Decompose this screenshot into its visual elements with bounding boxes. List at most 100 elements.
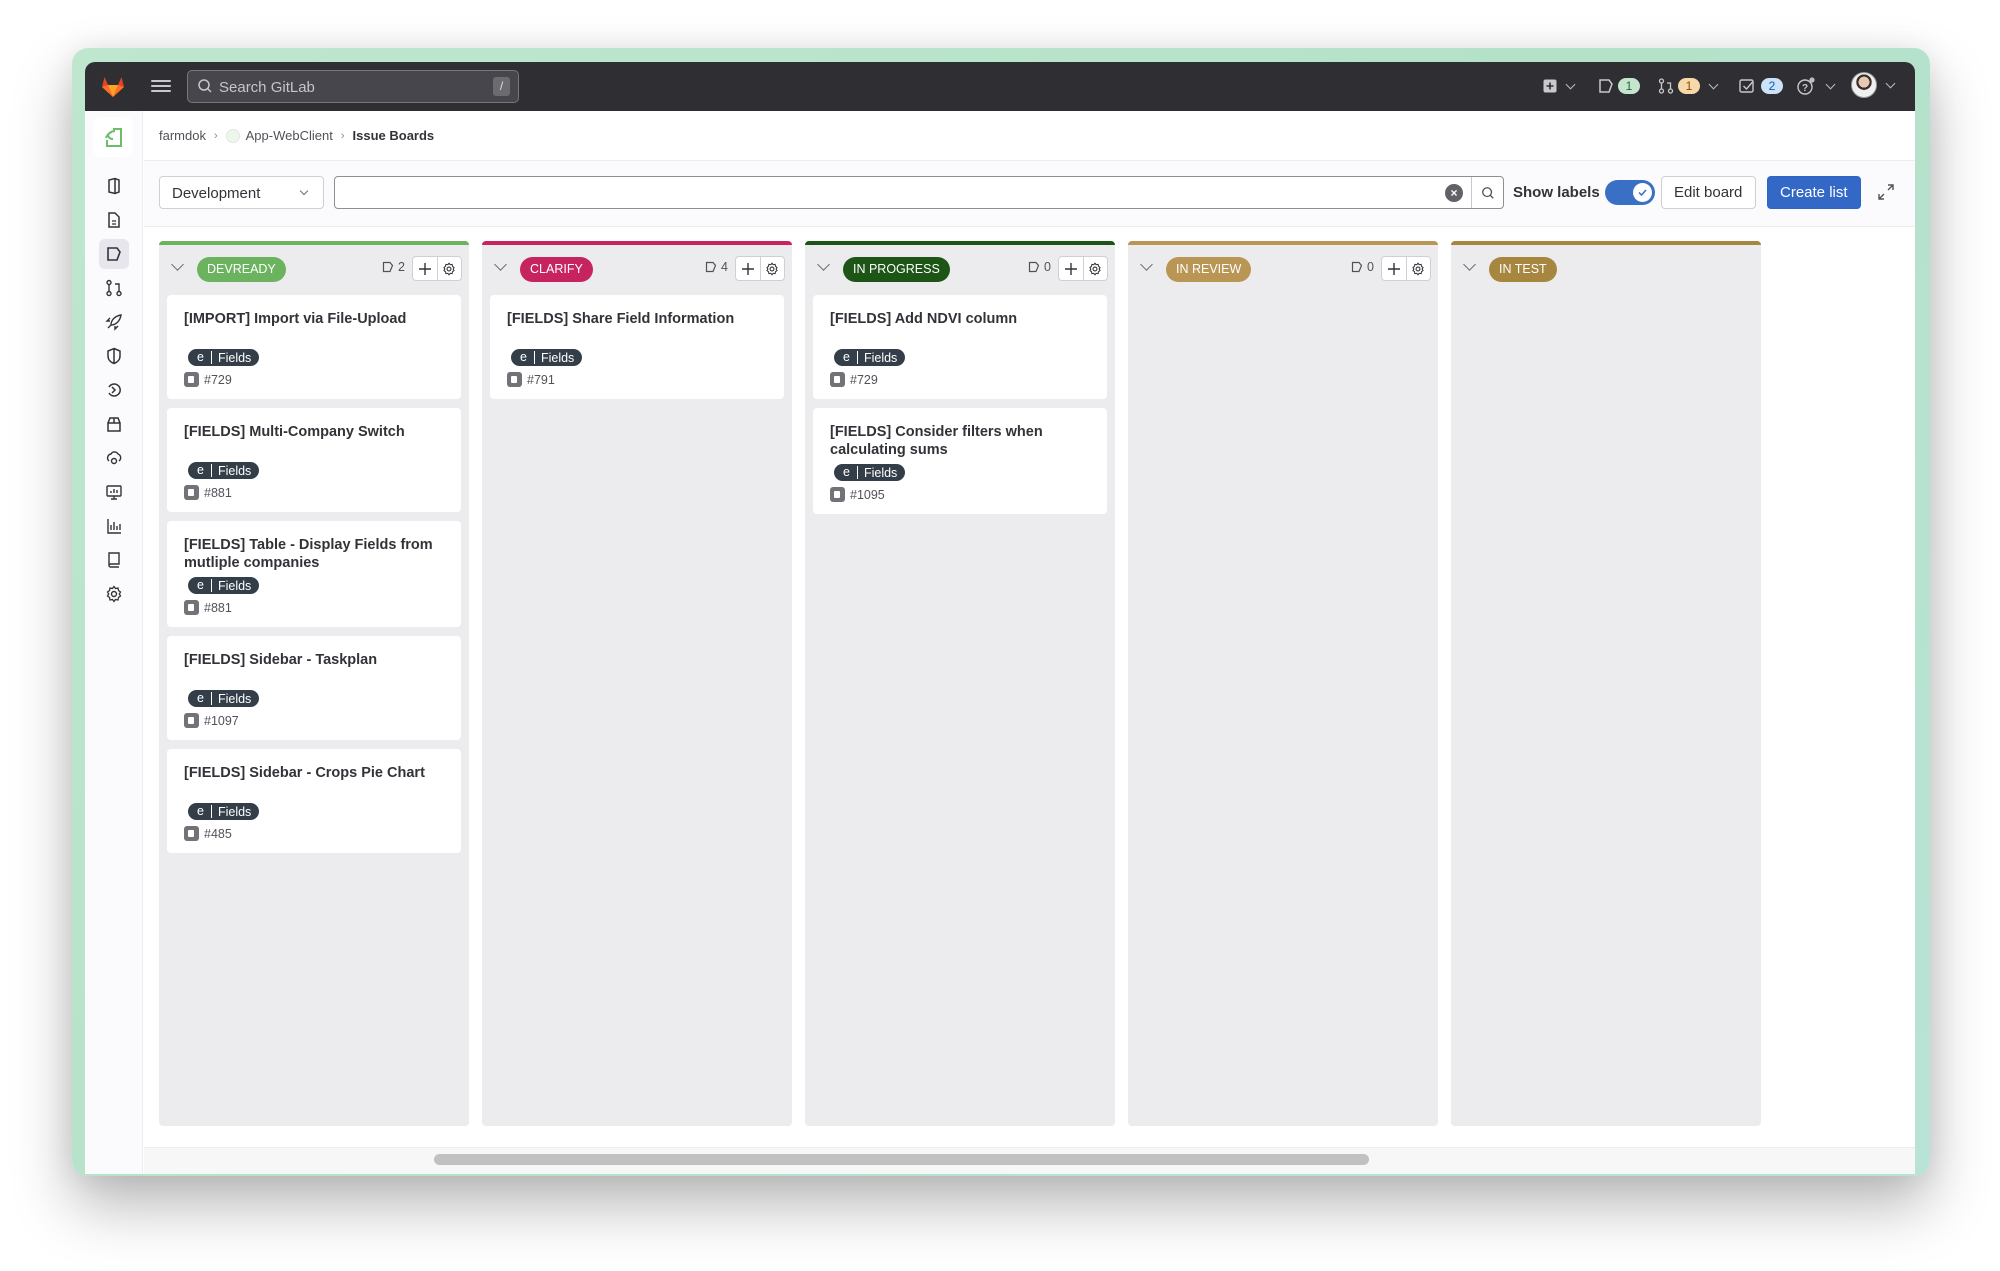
list-settings-button[interactable]: [1082, 257, 1108, 280]
horizontal-scrollbar-thumb[interactable]: [434, 1154, 1369, 1165]
issue-card[interactable]: [FIELDS] Multi-Company Switch e Fields #8…: [167, 408, 461, 512]
issue-card[interactable]: [FIELDS] Add NDVI column e Fields #729: [813, 295, 1107, 399]
issue-card-title[interactable]: [FIELDS] Table - Display Fields from mut…: [184, 536, 444, 572]
scoped-label[interactable]: e Fields: [511, 349, 583, 366]
collapse-list-chevron-icon[interactable]: [1463, 258, 1476, 271]
issue-card[interactable]: [FIELDS] Share Field Information e Fields…: [490, 295, 784, 399]
fullscreen-expand-icon[interactable]: [1876, 182, 1896, 202]
sidebar-item-issues[interactable]: [99, 239, 129, 269]
filter-search-button[interactable]: [1471, 177, 1503, 208]
issue-card-title[interactable]: [FIELDS] Multi-Company Switch: [184, 423, 444, 441]
user-avatar: [1851, 72, 1877, 98]
issue-card[interactable]: [FIELDS] Table - Display Fields from mut…: [167, 521, 461, 627]
issue-card-title[interactable]: [FIELDS] Sidebar - Crops Pie Chart: [184, 764, 444, 782]
scoped-label[interactable]: e Fields: [188, 690, 260, 707]
issue-card[interactable]: [IMPORT] Import via File-Upload e Fields …: [167, 295, 461, 399]
list-actions: [1058, 256, 1108, 281]
sidebar-item-merge-requests[interactable]: [99, 273, 129, 303]
sidebar-item-repository[interactable]: [99, 205, 129, 235]
sidebar-item-monitor[interactable]: [99, 477, 129, 507]
sidebar-item-deployments[interactable]: [99, 375, 129, 405]
collapse-list-chevron-icon[interactable]: [817, 258, 830, 271]
issue-card-title[interactable]: [FIELDS] Add NDVI column: [830, 310, 1090, 328]
issue-card-meta: #729: [184, 372, 444, 387]
list-settings-button[interactable]: [1405, 257, 1431, 280]
board-select-dropdown[interactable]: Development: [159, 176, 324, 209]
show-labels-toggle[interactable]: [1605, 180, 1655, 205]
edit-board-button[interactable]: Edit board: [1661, 176, 1756, 209]
collapse-list-chevron-icon[interactable]: [494, 258, 507, 271]
label-scope: e: [188, 464, 212, 477]
help-button[interactable]: ?: [1797, 74, 1838, 98]
scoped-label[interactable]: e Fields: [188, 577, 260, 594]
merge-requests-button[interactable]: 1: [1658, 74, 1721, 98]
issue-card[interactable]: [FIELDS] Consider filters when calculati…: [813, 408, 1107, 514]
issue-card-title[interactable]: [IMPORT] Import via File-Upload: [184, 310, 444, 328]
breadcrumb-item-group[interactable]: farmdok: [159, 128, 206, 143]
issue-card[interactable]: [FIELDS] Sidebar - Taskplan e Fields #109…: [167, 636, 461, 740]
add-issue-button[interactable]: [1059, 257, 1083, 280]
chevron-down-icon: [1885, 78, 1896, 88]
list-issue-count: 4: [705, 260, 728, 274]
main-menu-button[interactable]: [151, 77, 171, 95]
list-settings-button[interactable]: [436, 257, 462, 280]
issue-card-title[interactable]: [FIELDS] Share Field Information: [507, 310, 767, 328]
board-list-header: DEVREADY 2: [159, 245, 469, 293]
horizontal-scrollbar-track[interactable]: [144, 1147, 1915, 1174]
sidebar-item-project-overview[interactable]: [99, 171, 129, 201]
create-list-button[interactable]: Create list: [1767, 176, 1861, 209]
label-value: Fields: [863, 350, 898, 365]
sidebar-item-settings[interactable]: [99, 579, 129, 609]
list-label-pill[interactable]: CLARIFY: [520, 257, 593, 282]
breadcrumb-separator-icon: ›: [340, 129, 345, 142]
scoped-label[interactable]: e Fields: [188, 462, 260, 479]
list-label-pill[interactable]: IN PROGRESS: [843, 257, 950, 282]
scoped-label[interactable]: e Fields: [834, 464, 906, 481]
issues-icon: [107, 247, 121, 261]
scoped-label[interactable]: e Fields: [188, 803, 260, 820]
add-issue-button[interactable]: [413, 257, 437, 280]
add-issue-button[interactable]: [736, 257, 760, 280]
issue-card-title[interactable]: [FIELDS] Sidebar - Taskplan: [184, 651, 444, 669]
label-value: Fields: [217, 463, 252, 478]
add-issue-button[interactable]: [1382, 257, 1406, 280]
top-navbar: Search GitLab / 1 1 2 ?: [85, 62, 1915, 111]
scoped-label[interactable]: e Fields: [188, 349, 260, 366]
label-value: Fields: [540, 350, 575, 365]
breadcrumb-item-current[interactable]: Issue Boards: [353, 128, 435, 143]
sidebar-item-security[interactable]: [99, 341, 129, 371]
user-menu-button[interactable]: [1851, 72, 1898, 98]
sidebar-item-analytics[interactable]: [99, 511, 129, 541]
board-list: CLARIFY 4 [FIELDS] Share Field Informati…: [482, 241, 792, 1126]
scoped-label[interactable]: e Fields: [834, 349, 906, 366]
sidebar-item-infrastructure[interactable]: [99, 443, 129, 473]
list-label-pill[interactable]: IN REVIEW: [1166, 257, 1252, 282]
plus-square-icon: [1543, 79, 1557, 93]
sidebar-item-wiki[interactable]: [99, 545, 129, 575]
board-list-header: IN TEST: [1451, 245, 1761, 293]
filter-search-input[interactable]: ×: [334, 176, 1504, 209]
collapse-list-chevron-icon[interactable]: [171, 258, 184, 271]
project-mini-avatar: [225, 128, 240, 143]
board-list-header: IN PROGRESS 0: [805, 245, 1115, 293]
label-scope: e: [834, 466, 858, 479]
sidebar-item-ci-cd[interactable]: [99, 307, 129, 337]
gitlab-logo-icon[interactable]: [99, 72, 127, 100]
list-label-pill[interactable]: IN TEST: [1489, 257, 1557, 282]
issues-button[interactable]: 1: [1598, 74, 1640, 98]
issue-card-title[interactable]: [FIELDS] Consider filters when calculati…: [830, 423, 1090, 459]
collapse-list-chevron-icon[interactable]: [1140, 258, 1153, 271]
label-scope: e: [511, 351, 535, 364]
list-settings-button[interactable]: [759, 257, 785, 280]
issue-card[interactable]: [FIELDS] Sidebar - Crops Pie Chart e Fiel…: [167, 749, 461, 853]
list-label-pill[interactable]: DEVREADY: [197, 257, 286, 282]
search-input[interactable]: Search GitLab /: [187, 70, 519, 103]
monitor-icon: [106, 485, 122, 500]
create-new-button[interactable]: [1543, 74, 1578, 98]
issue-type-icon: [507, 372, 522, 387]
todos-button[interactable]: 2: [1739, 74, 1783, 98]
clear-filter-icon[interactable]: ×: [1445, 184, 1463, 202]
project-avatar[interactable]: [93, 117, 133, 157]
breadcrumb-item-project[interactable]: App-WebClient: [246, 128, 333, 143]
sidebar-item-packages[interactable]: [99, 409, 129, 439]
